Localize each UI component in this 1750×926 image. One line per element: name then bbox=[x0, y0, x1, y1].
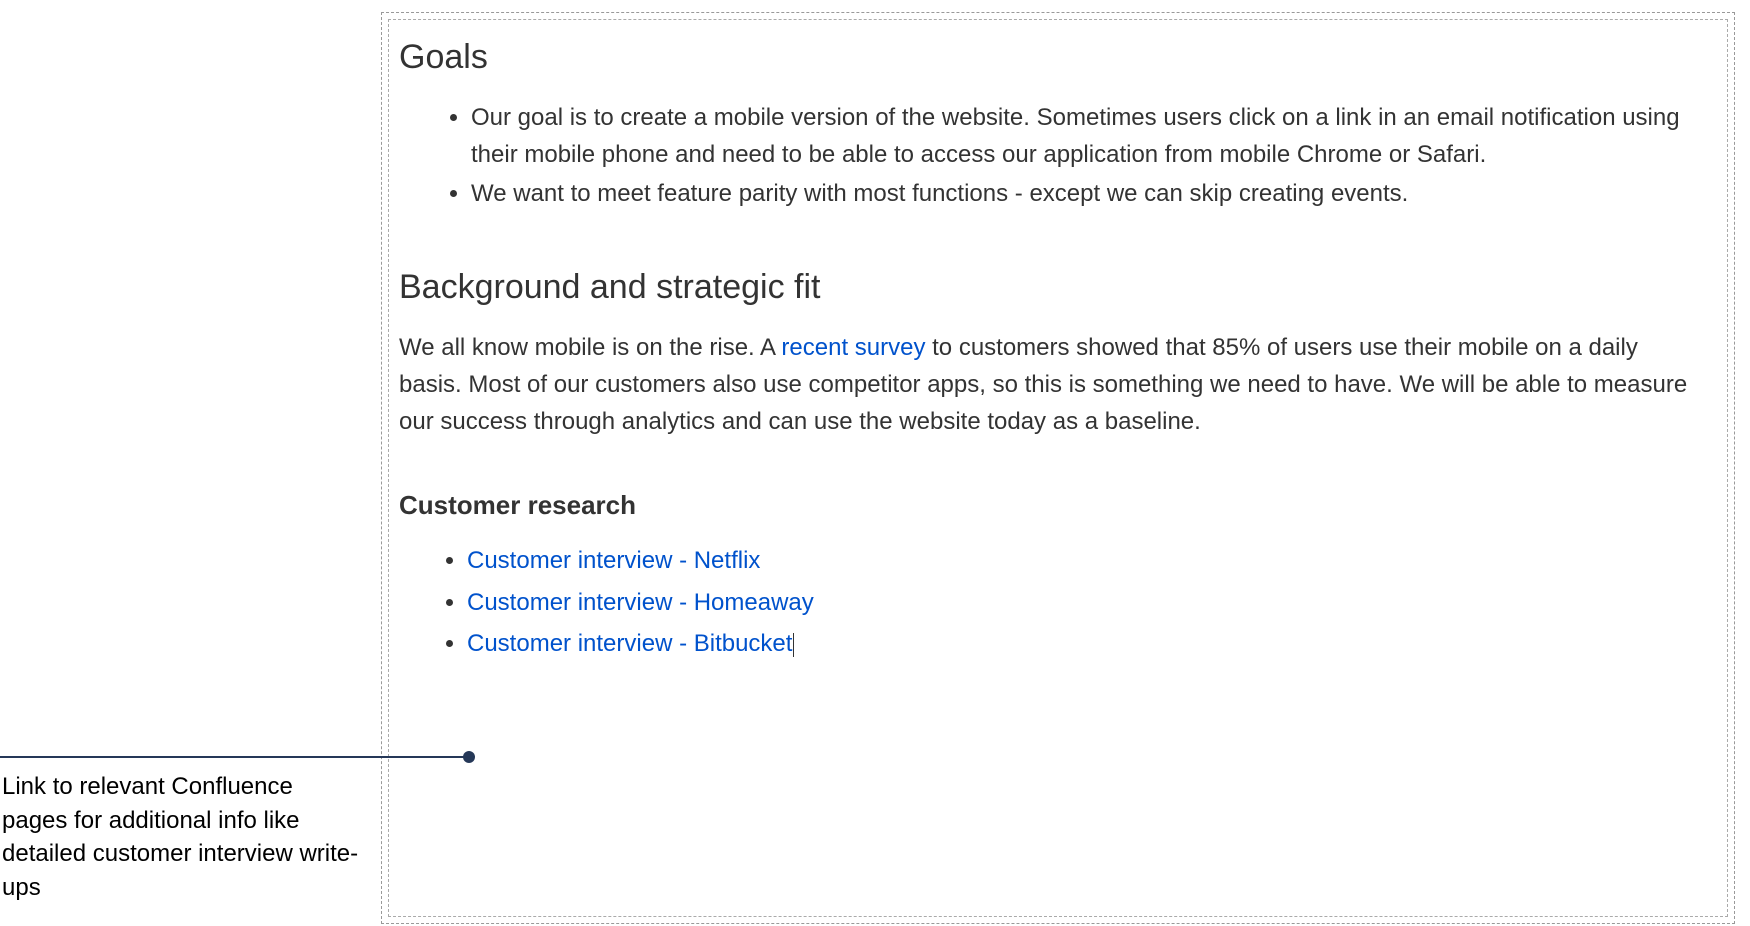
document-outer-frame: Goals Our goal is to create a mobile ver… bbox=[381, 12, 1735, 924]
annotation-connector-line bbox=[0, 756, 467, 758]
list-item: Customer interview - Netflix bbox=[467, 541, 1705, 581]
background-paragraph: We all know mobile is on the rise. A rec… bbox=[399, 329, 1705, 441]
list-item: We want to meet feature parity with most… bbox=[471, 175, 1705, 212]
background-heading: Background and strategic fit bbox=[399, 268, 1705, 307]
document-editable-region[interactable]: Goals Our goal is to create a mobile ver… bbox=[388, 19, 1728, 917]
recent-survey-link[interactable]: recent survey bbox=[781, 334, 925, 361]
customer-research-list: Customer interview - Netflix Customer in… bbox=[399, 541, 1705, 664]
background-text-before: We all know mobile is on the rise. A bbox=[399, 334, 781, 361]
list-item: Customer interview - Homeaway bbox=[467, 583, 1705, 623]
list-item: Our goal is to create a mobile version o… bbox=[471, 99, 1705, 173]
customer-interview-link-homeaway[interactable]: Customer interview - Homeaway bbox=[467, 589, 814, 616]
annotation-callout-text: Link to relevant Confluence pages for ad… bbox=[2, 770, 362, 904]
customer-interview-link-netflix[interactable]: Customer interview - Netflix bbox=[467, 547, 760, 574]
customer-interview-link-bitbucket[interactable]: Customer interview - Bitbucket bbox=[467, 630, 792, 657]
goals-heading: Goals bbox=[399, 38, 1705, 77]
list-item: Customer interview - Bitbucket bbox=[467, 624, 1705, 664]
goals-list: Our goal is to create a mobile version o… bbox=[399, 99, 1705, 213]
text-cursor bbox=[793, 633, 794, 657]
annotation-connector-dot bbox=[463, 751, 475, 763]
customer-research-heading: Customer research bbox=[399, 490, 1705, 521]
